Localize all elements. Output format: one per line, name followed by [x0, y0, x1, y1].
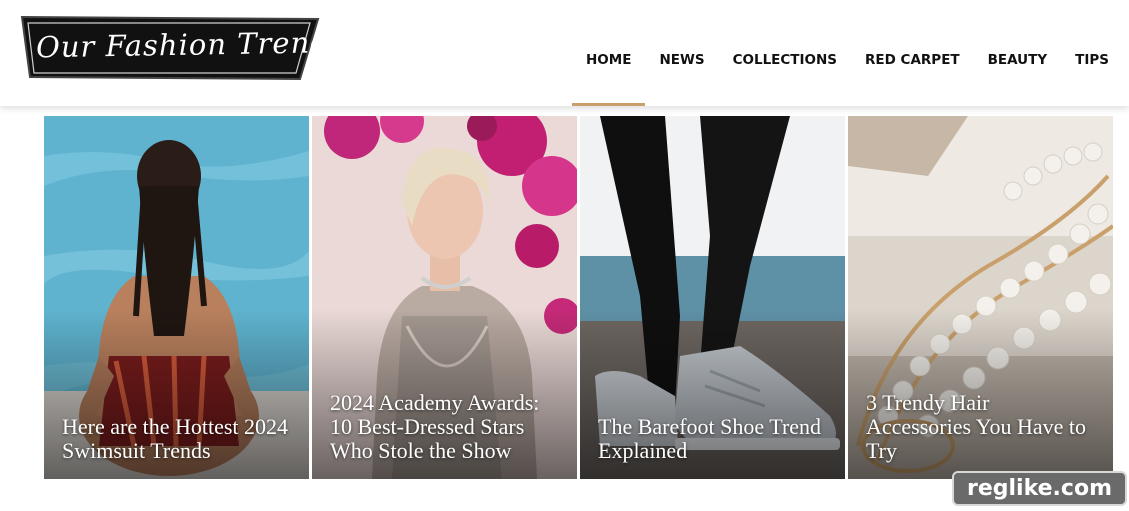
article-title[interactable]: Here are the Hottest 2024 Swimsuit Trend…	[62, 415, 293, 463]
nav-item-collections[interactable]: COLLECTIONS	[719, 0, 851, 106]
article-title[interactable]: The Barefoot Shoe Trend Explained	[598, 415, 829, 463]
nav-item-tips[interactable]: TIPS	[1061, 0, 1123, 106]
nav-item-home[interactable]: HOME	[572, 0, 646, 106]
watermark: reglike.com	[952, 471, 1127, 506]
article-grid: Here are the Hottest 2024 Swimsuit Trend…	[44, 116, 1113, 479]
site-header: Our Fashion Trends HOME NEWS COLLECTIONS…	[0, 0, 1129, 106]
article-card-academy-awards[interactable]: 2024 Academy Awards: 10 Best-Dressed Sta…	[312, 116, 577, 479]
nav-item-news[interactable]: NEWS	[645, 0, 718, 106]
logo-text: Our Fashion Trends	[35, 24, 346, 65]
article-title[interactable]: 2024 Academy Awards: 10 Best-Dressed Sta…	[330, 391, 561, 463]
article-card-swimsuit[interactable]: Here are the Hottest 2024 Swimsuit Trend…	[44, 116, 309, 479]
nav-item-red-carpet[interactable]: RED CARPET	[851, 0, 974, 106]
nav-item-beauty[interactable]: BEAUTY	[974, 0, 1062, 106]
article-card-barefoot-shoe[interactable]: The Barefoot Shoe Trend Explained	[580, 116, 845, 479]
site-logo[interactable]: Our Fashion Trends	[20, 15, 346, 81]
article-card-hair-accessories[interactable]: 3 Trendy Hair Accessories You Have to Tr…	[848, 116, 1113, 479]
main-nav: HOME NEWS COLLECTIONS RED CARPET BEAUTY …	[572, 0, 1123, 106]
article-title[interactable]: 3 Trendy Hair Accessories You Have to Tr…	[866, 391, 1097, 463]
